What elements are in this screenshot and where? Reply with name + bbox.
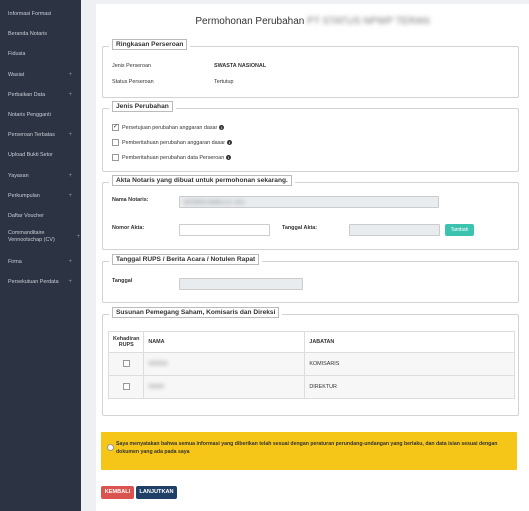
- sidebar-item-wasiat[interactable]: Wasiat +: [0, 65, 81, 85]
- jenis-perseroan-label: Jenis Perseroan: [112, 63, 151, 69]
- option-pemberitahuan-data[interactable]: Pemberitahuan perubahan data Perseroan i: [112, 154, 232, 161]
- expand-plus-icon[interactable]: +: [68, 125, 72, 145]
- info-icon: i: [226, 155, 232, 160]
- nomor-akta-input[interactable]: [179, 224, 270, 236]
- expand-plus-icon[interactable]: +: [68, 252, 72, 272]
- main-content: Permohonan Perubahan PT STATUS NPWP TERA…: [96, 4, 529, 511]
- kehadiran-cell: [107, 375, 145, 399]
- checkbox-checked[interactable]: [112, 123, 119, 131]
- expand-plus-icon[interactable]: +: [68, 186, 72, 206]
- option-label: Pemberitahuan perubahan anggaran dasar: [122, 139, 226, 146]
- sidebar-item-label: Notaris Pengganti: [8, 111, 51, 118]
- tanggal-akta-input[interactable]: [349, 224, 440, 236]
- tanggal-akta-label: Tanggal Akta:: [282, 225, 318, 231]
- ringkasan-perseroan-panel: Ringkasan Perseroan Jenis Perseroan SWAS…: [102, 39, 519, 98]
- status-perseroan-label: Status Perseroan: [112, 79, 154, 85]
- jabatan-cell: DIREKTUR: [304, 375, 515, 399]
- table-header-row: Kehadiran RUPS NAMA JABATAN: [107, 331, 515, 353]
- akta-notaris-panel: Akta Notaris yang dibuat untuk permohona…: [102, 175, 519, 250]
- lanjutkan-button[interactable]: LANJUTKAN: [136, 486, 177, 499]
- sidebar-item-label: Daftar Voucher: [8, 212, 44, 219]
- expand-plus-icon[interactable]: +: [68, 166, 72, 186]
- checkbox[interactable]: [112, 139, 119, 146]
- sidebar-item-beranda-notaris[interactable]: Beranda Notaris: [0, 24, 81, 44]
- sidebar-item-persekutuan-perdata[interactable]: Persekutuan Perdata +: [0, 272, 81, 292]
- jenis-perseroan-value: SWASTA NASIONAL: [214, 63, 267, 69]
- sidebar-item-informasi-formasi[interactable]: Informasi Formasi: [0, 4, 81, 24]
- sidebar-item-firma[interactable]: Firma +: [0, 252, 81, 272]
- jenis-perubahan-panel: Jenis Perubahan Persetujuan perubahan an…: [102, 101, 519, 172]
- rups-panel: Tanggal RUPS / Berita Acara / Notulen Ra…: [102, 254, 519, 303]
- tanggal-rups-label: Tanggal: [112, 278, 133, 284]
- declaration-notice: Saya menyatakan bahwa semua informasi ya…: [101, 432, 517, 470]
- option-label: Persetujuan perubahan anggaran dasar: [122, 124, 218, 131]
- sidebar-item-label: Informasi Formasi: [8, 11, 52, 17]
- table-row: NAMA DIREKTUR: [107, 375, 515, 399]
- sidebar-item-label: Commanditaire Vennootschap (CV): [8, 230, 55, 244]
- sidebar-item-yayasan[interactable]: Yayasan +: [0, 166, 81, 186]
- nama-cell: NAMAA: [143, 352, 306, 376]
- nama-notaris-field: NOTARIS NAMA S.H., M.K.: [179, 196, 439, 208]
- info-icon: i: [227, 140, 233, 145]
- option-pemberitahuan-ad[interactable]: Pemberitahuan perubahan anggaran dasar i: [112, 139, 233, 146]
- susunan-panel: Susunan Pemegang Saham, Komisaris dan Di…: [102, 307, 519, 416]
- page-title-text: Permohonan Perubahan: [195, 16, 305, 27]
- sidebar-item-label: Beranda Notaris: [8, 31, 47, 38]
- company-name-blurred: PT STATUS NPWP TERAN: [307, 16, 430, 27]
- kehadiran-cell: [107, 352, 145, 376]
- expand-plus-icon[interactable]: +: [68, 65, 72, 85]
- sidebar-item-perkumpulan[interactable]: Perkumpulan +: [0, 186, 81, 206]
- tanggal-rups-input[interactable]: [179, 278, 303, 290]
- nama-notaris-label: Nama Notaris:: [112, 197, 149, 203]
- sidebar-item-label: Fidusia: [8, 51, 26, 58]
- nama-cell: NAMA: [143, 375, 306, 399]
- sidebar-item-perseroan-terbatas[interactable]: Perseroan Terbatas +: [0, 125, 81, 145]
- sidebar-item-label: Upload Bukti Setor: [8, 152, 53, 159]
- tambah-button[interactable]: Tambah: [445, 224, 474, 236]
- sidebar-item-label: Perseroan Terbatas: [8, 132, 55, 139]
- checkbox[interactable]: [122, 382, 130, 390]
- sidebar-item-fidusia[interactable]: Fidusia: [0, 44, 81, 64]
- table-row: NAMAA KOMISARIS: [107, 352, 515, 376]
- sidebar-item-label: Persekutuan Perdata: [8, 279, 59, 286]
- sidebar-item-perbaikan-data[interactable]: Perbaikan Data +: [0, 85, 81, 105]
- checkbox[interactable]: [112, 154, 119, 161]
- column-header: NAMA: [143, 331, 306, 353]
- declaration-text: Saya menyatakan bahwa semua informasi ya…: [116, 441, 498, 455]
- expand-plus-icon[interactable]: +: [76, 234, 80, 241]
- panel-legend: Tanggal RUPS / Berita Acara / Notulen Ra…: [109, 254, 263, 265]
- page-title: Permohonan Perubahan PT STATUS NPWP TERA…: [96, 16, 529, 27]
- column-header: Kehadiran RUPS: [107, 331, 145, 353]
- option-label: Pemberitahuan perubahan data Perseroan: [122, 154, 225, 161]
- sidebar: Informasi Formasi Beranda Notaris Fidusi…: [0, 0, 81, 511]
- column-header: JABATAN: [304, 331, 515, 353]
- susunan-table: Kehadiran RUPS NAMA JABATAN NAMAA KOMISA…: [107, 331, 515, 399]
- checkbox[interactable]: [122, 359, 130, 367]
- option-persetujuan[interactable]: Persetujuan perubahan anggaran dasar i: [112, 123, 225, 131]
- panel-legend: Ringkasan Perseroan: [109, 39, 191, 50]
- declaration-checkbox[interactable]: [107, 444, 114, 451]
- panel-legend: Susunan Pemegang Saham, Komisaris dan Di…: [109, 307, 283, 318]
- sidebar-item-label: Perbaikan Data: [8, 91, 46, 98]
- sidebar-item-upload-bukti-setor[interactable]: Upload Bukti Setor: [0, 145, 81, 165]
- panel-legend: Akta Notaris yang dibuat untuk permohona…: [109, 175, 295, 186]
- sidebar-item-cv[interactable]: Commanditaire Vennootschap (CV) +: [0, 226, 80, 252]
- sidebar-item-daftar-voucher[interactable]: Daftar Voucher: [0, 206, 81, 226]
- info-icon: i: [219, 125, 225, 130]
- jabatan-cell: KOMISARIS: [304, 352, 515, 376]
- sidebar-item-notaris-pengganti[interactable]: Notaris Pengganti: [0, 105, 81, 125]
- status-perseroan-value: Tertutup: [214, 79, 234, 85]
- expand-plus-icon[interactable]: +: [68, 272, 72, 292]
- sidebar-item-label: Yayasan: [8, 172, 29, 179]
- sidebar-item-label: Wasiat: [8, 71, 25, 78]
- kembali-button[interactable]: KEMBALI: [101, 486, 134, 499]
- sidebar-item-label: Perkumpulan: [8, 192, 40, 199]
- expand-plus-icon[interactable]: +: [68, 85, 72, 105]
- panel-legend: Jenis Perubahan: [109, 101, 176, 112]
- nomor-akta-label: Nomor Akta:: [112, 225, 145, 231]
- sidebar-item-label: Firma: [8, 259, 22, 266]
